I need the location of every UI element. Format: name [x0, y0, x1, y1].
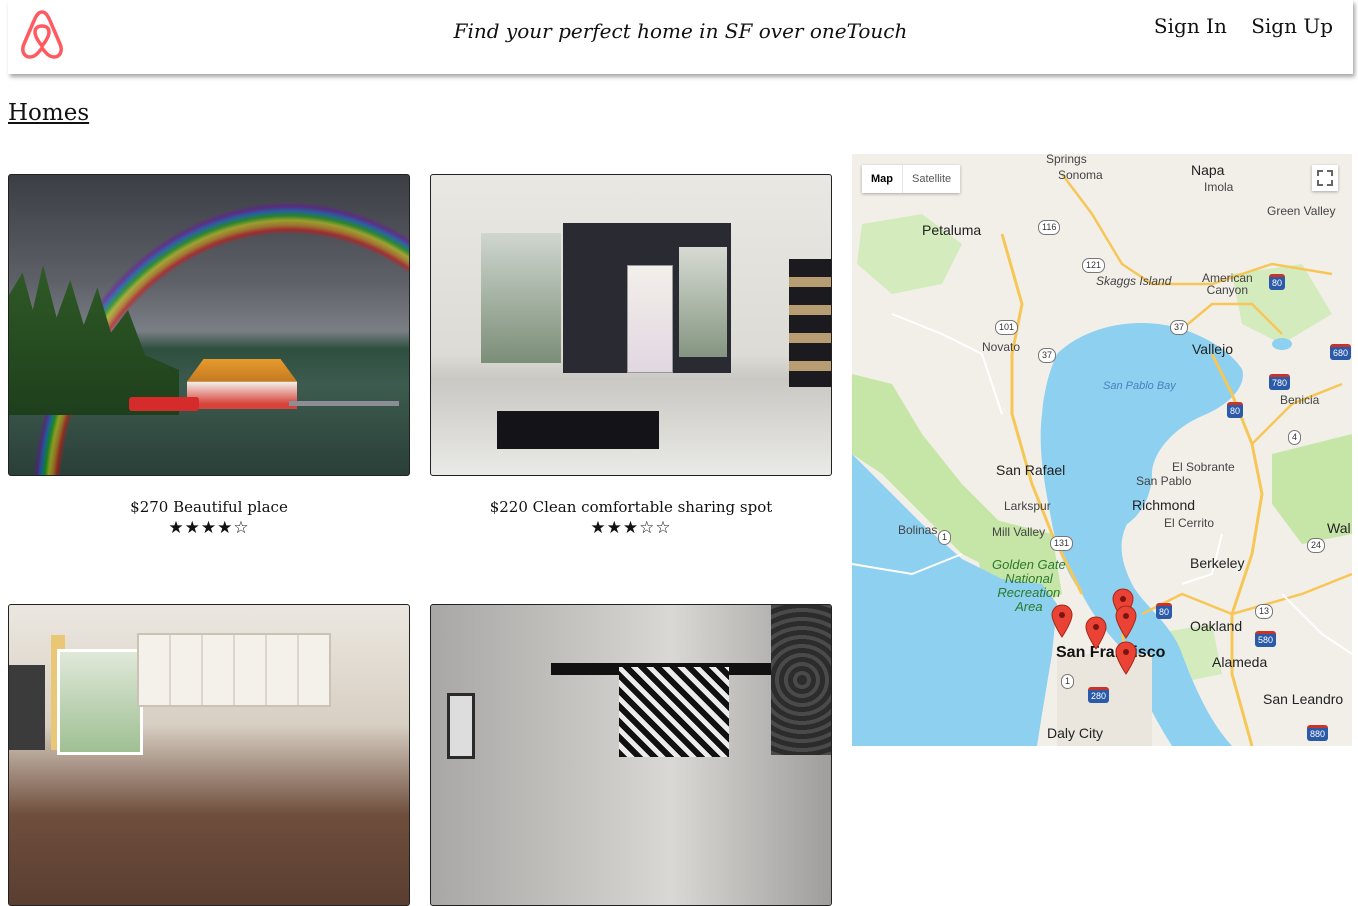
map-label-wal: Wal [1327, 520, 1351, 536]
window-graphic [481, 233, 561, 363]
star-rating: ★★★★☆ [168, 518, 250, 538]
map-label-napa: Napa [1191, 162, 1225, 178]
star-rating: ★★★☆☆ [590, 518, 672, 538]
listing-image-interior[interactable] [430, 174, 832, 476]
listing-caption[interactable]: $270 Beautiful place [8, 498, 410, 516]
highway-shield-icon: 13 [1255, 604, 1274, 619]
map-label-san-pablo: San Pablo [1136, 474, 1192, 488]
map-label-bolinas: Bolinas [898, 523, 938, 537]
highway-shield-icon: 4 [1288, 430, 1302, 445]
listing-card[interactable] [430, 604, 832, 906]
map-view[interactable]: Map Satellite Springs Sonoma Napa Imola … [852, 154, 1352, 746]
listing-caption[interactable]: $220 Clean comfortable sharing spot [430, 498, 832, 516]
trees-graphic [9, 265, 179, 415]
map-label-vallejo: Vallejo [1192, 341, 1233, 357]
listing-card[interactable] [8, 604, 410, 906]
map-label-green-valley: Green Valley [1267, 204, 1336, 218]
listing-card[interactable]: $270 Beautiful place ★★★★☆ [8, 174, 410, 538]
top-header: Find your perfect home in SF over oneTou… [8, 0, 1353, 74]
map-label-san-francisco: San Francisco [1056, 644, 1166, 661]
sign-up-link[interactable]: Sign Up [1251, 14, 1333, 38]
map-label-san-rafael: San Rafael [996, 462, 1066, 478]
auth-links: Sign In Sign Up [1136, 14, 1333, 38]
map-label-american-canyon: American Canyon [1202, 271, 1253, 297]
wallpaper-graphic [771, 605, 831, 755]
page-title: Homes [8, 100, 90, 126]
map-label-el-sobrante: El Sobrante [1172, 460, 1235, 474]
highway-shield-icon: 880 [1307, 725, 1329, 741]
fullscreen-icon [1317, 170, 1333, 186]
map-label-benicia: Benicia [1280, 393, 1320, 407]
map-label-imola: Imola [1204, 180, 1234, 194]
sign-in-link[interactable]: Sign In [1154, 14, 1227, 38]
wardrobe-graphic [619, 667, 729, 757]
map-marker-icon[interactable] [1115, 605, 1137, 639]
listing-image-kitchen[interactable] [8, 604, 410, 906]
map-label-san-pablo-bay: San Pablo Bay [1103, 380, 1176, 392]
oven-graphic [9, 665, 45, 750]
map-marker-icon[interactable] [1115, 641, 1137, 675]
dock-graphic [289, 401, 399, 406]
table-graphic [497, 411, 659, 449]
map-marker-icon[interactable] [1085, 616, 1107, 650]
map-label-springs: Springs [1046, 154, 1087, 166]
map-type-map-button[interactable]: Map [862, 165, 902, 193]
highway-shield-icon: 37 [1038, 348, 1057, 363]
highway-shield-icon: 680 [1330, 344, 1352, 360]
cabin-graphic [187, 359, 297, 409]
map-label-sonoma: Sonoma [1058, 168, 1103, 182]
map-type-toggle[interactable]: Map Satellite [862, 165, 961, 193]
highway-shield-icon: 37 [1170, 320, 1189, 335]
map-label-berkeley: Berkeley [1190, 555, 1245, 571]
highway-shield-icon: 80 [1156, 603, 1173, 619]
highway-shield-icon: 101 [995, 320, 1019, 335]
highway-shield-icon: 780 [1269, 374, 1291, 390]
map-label-el-cerrito: El Cerrito [1164, 516, 1215, 530]
highway-shield-icon: 131 [1050, 536, 1074, 551]
highway-shield-icon: 80 [1269, 274, 1286, 290]
highway-shield-icon: 1 [938, 530, 952, 545]
boats-graphic [129, 397, 199, 411]
highway-shield-icon: 116 [1038, 220, 1061, 235]
map-type-satellite-button[interactable]: Satellite [902, 165, 960, 193]
listing-image-bedroom[interactable] [430, 604, 832, 906]
cabinets-graphic [137, 633, 331, 707]
map-label-skaggs-island: Skaggs Island [1096, 274, 1172, 288]
highway-shield-icon: 580 [1255, 631, 1277, 647]
map-label-larkspur: Larkspur [1004, 499, 1051, 513]
map-marker-icon[interactable] [1051, 604, 1073, 638]
highway-shield-icon: 280 [1088, 687, 1110, 703]
map-label-san-leandro: San Leandro [1263, 691, 1344, 707]
picture-frame-graphic [447, 693, 475, 759]
fullscreen-button[interactable] [1312, 165, 1338, 191]
window-graphic [57, 649, 143, 755]
highway-shield-icon: 1 [1061, 674, 1075, 689]
map-label-alameda: Alameda [1212, 654, 1268, 670]
map-label-novato: Novato [982, 340, 1021, 354]
highway-shield-icon: 24 [1307, 538, 1326, 553]
map-label-daly-city: Daly City [1047, 725, 1104, 741]
map-label-petaluma: Petaluma [922, 222, 982, 238]
listing-image-rainbow-lake[interactable] [8, 174, 410, 476]
highway-shield-icon: 121 [1082, 258, 1106, 273]
window-graphic [679, 247, 727, 357]
map-label-mill-valley: Mill Valley [992, 525, 1046, 539]
map-label-oakland: Oakland [1190, 618, 1243, 634]
bookshelf-graphic [789, 259, 831, 387]
map-label-richmond: Richmond [1132, 497, 1196, 513]
panel-graphic [627, 265, 673, 373]
listing-card[interactable]: $220 Clean comfortable sharing spot ★★★☆… [430, 174, 832, 538]
highway-shield-icon: 80 [1227, 402, 1244, 418]
